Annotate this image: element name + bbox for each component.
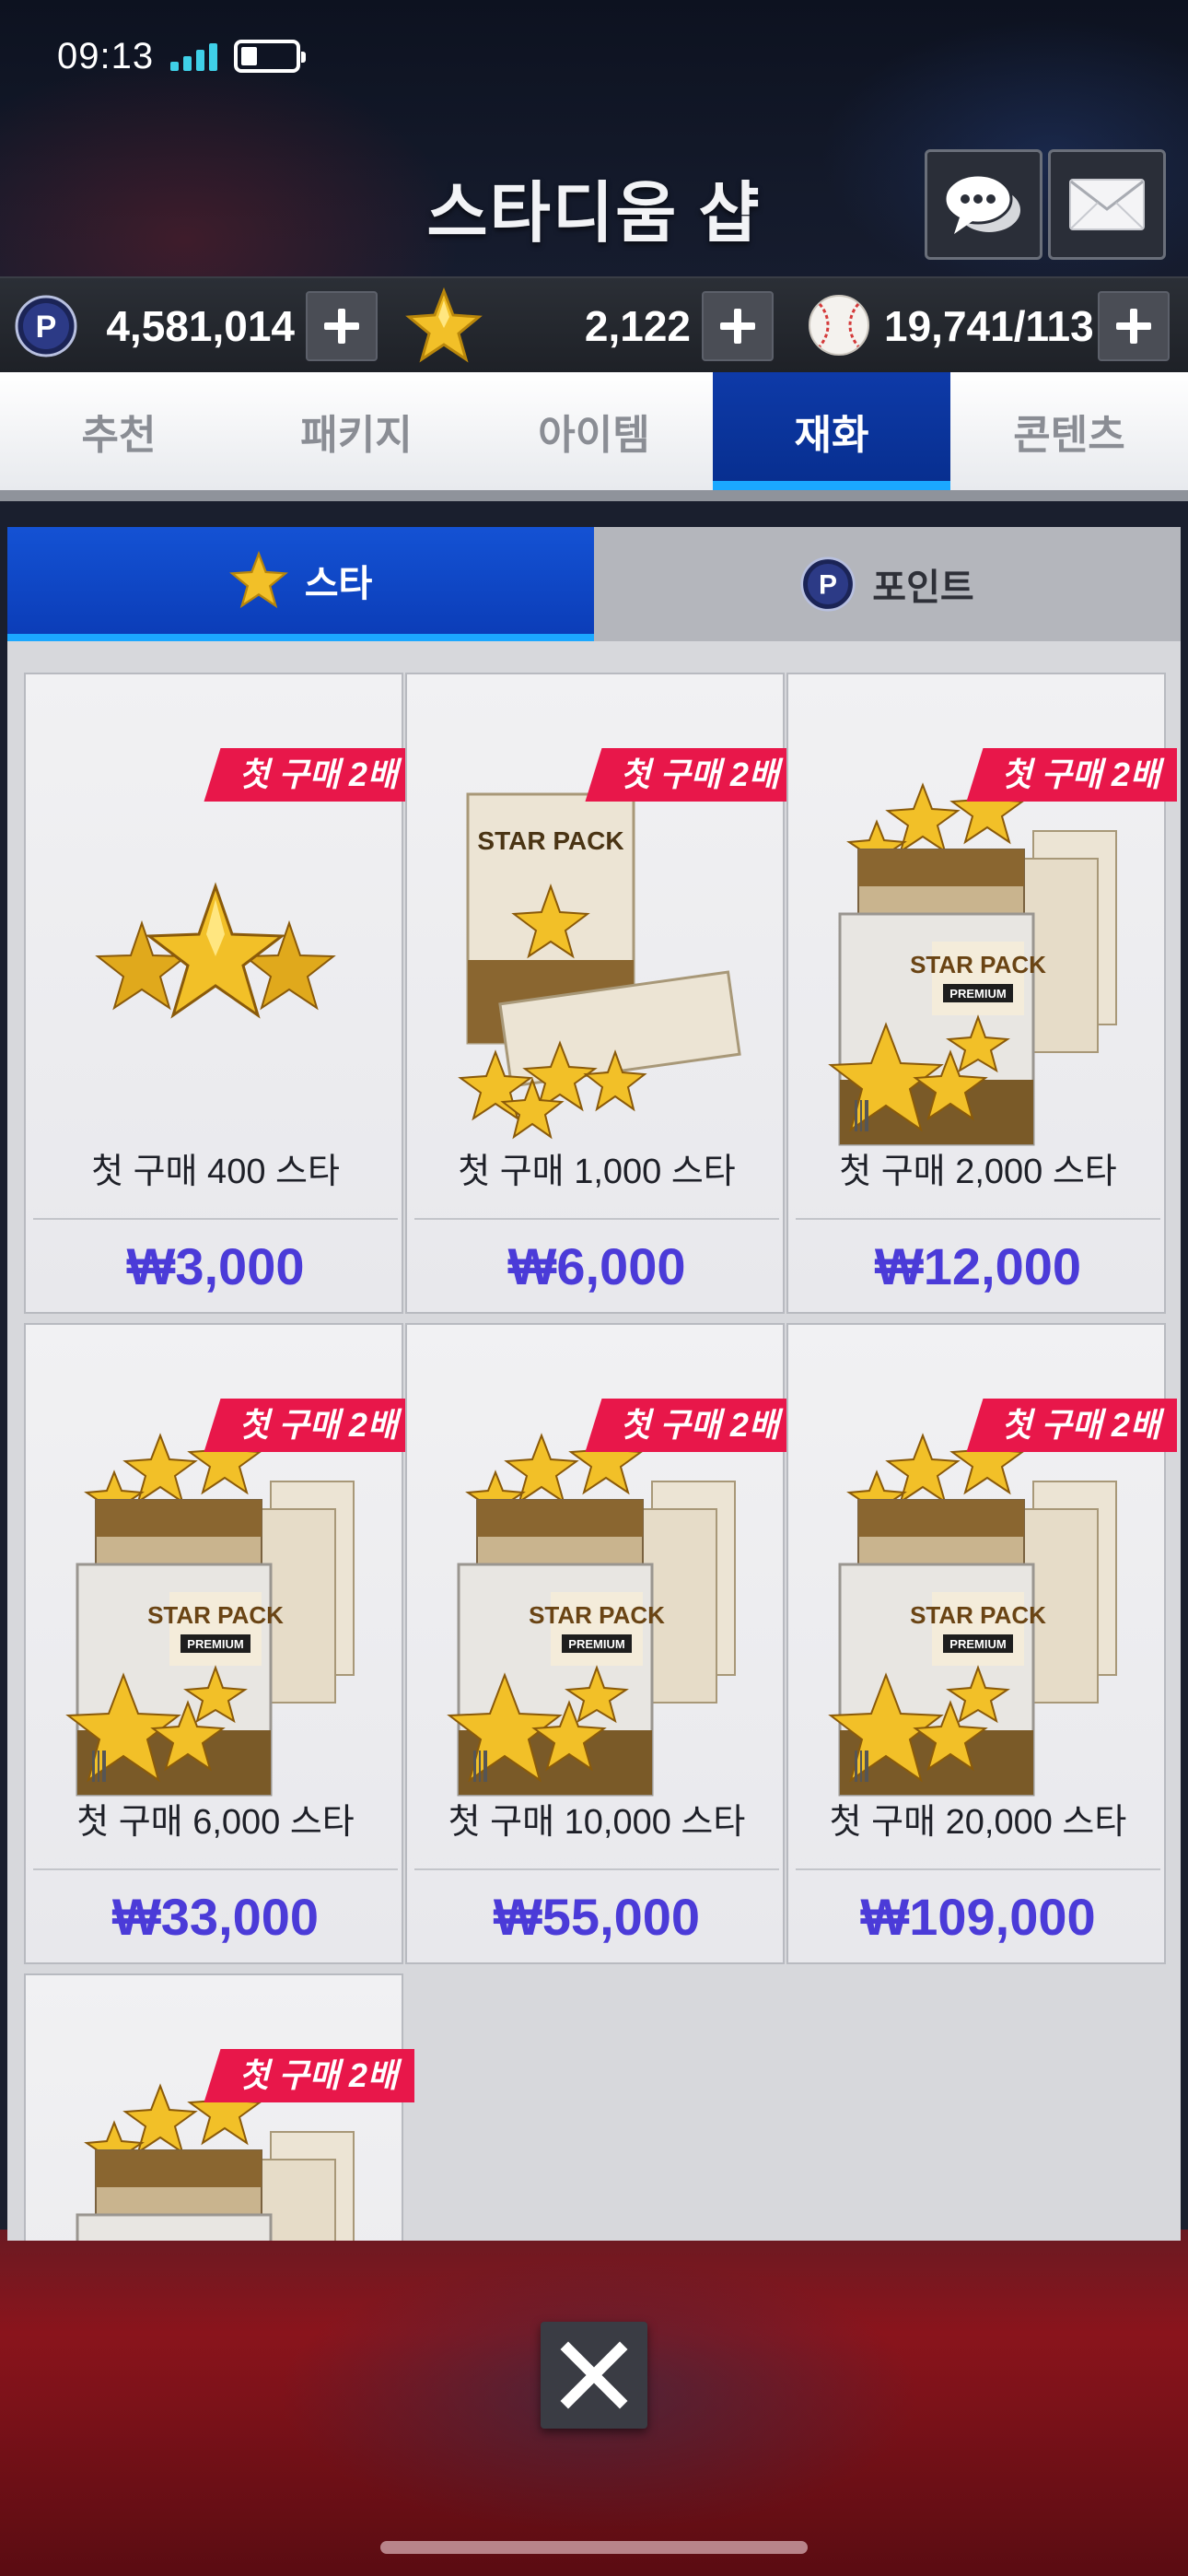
price-button[interactable]: ₩33,000: [26, 1878, 405, 1957]
balls-balance: 19,741/113: [884, 302, 1094, 350]
svg-text:STAR PACK: STAR PACK: [147, 1601, 284, 1629]
tab-currency[interactable]: 재화: [713, 372, 950, 490]
status-time: 09:13: [57, 35, 155, 76]
tab-contents[interactable]: 콘텐츠: [950, 372, 1188, 490]
card-divider: [33, 1868, 398, 1870]
star-currency-icon: [405, 287, 483, 363]
mail-icon: [1069, 179, 1145, 230]
home-indicator: [380, 2541, 808, 2554]
svg-text:PREMIUM: PREMIUM: [568, 1637, 624, 1651]
battery-icon: [234, 40, 307, 73]
card-divider: [414, 1218, 779, 1220]
product-card[interactable]: STAR PACK 첫 구매 2배 첫 구매 1,000 스타 ₩6,000: [405, 673, 796, 1314]
first-purchase-badge: 첫 구매 2배: [966, 748, 1177, 802]
product-title: 첫 구매 10,000 스타: [448, 1803, 746, 1842]
svg-text:STAR PACK: STAR PACK: [529, 1601, 665, 1629]
star-pack-premium-art: STAR PACK PREMIUM: [788, 1389, 1168, 1850]
add-stars-button[interactable]: [702, 291, 774, 361]
sub-tabs: 스타 P 포인트: [7, 527, 1181, 641]
svg-text:P: P: [819, 570, 837, 601]
add-balls-button[interactable]: [1098, 291, 1170, 361]
svg-text:P: P: [36, 310, 57, 345]
main-tabs: 추천 패키지 아이템 재화 콘텐츠: [0, 372, 1188, 490]
price-button[interactable]: ₩109,000: [788, 1878, 1168, 1957]
product-title: 첫 구매 2,000 스타: [839, 1153, 1117, 1191]
points-balance: 4,581,014: [106, 302, 295, 350]
star-pack-premium-art: STAR PACK PREMIUM: [26, 1389, 405, 1850]
chat-icon: [943, 173, 1020, 234]
star-pack-premium-art: STAR PACK PREMIUM: [407, 1389, 786, 1850]
close-icon: [560, 2341, 628, 2409]
product-title: 첫 구매 400 스타: [91, 1153, 340, 1191]
first-purchase-badge: 첫 구매 2배: [585, 1399, 796, 1452]
card-divider: [414, 1868, 779, 1870]
product-card[interactable]: STAR PACK PREMIUM 첫 구매 2배 첫 구매 20,000 스타…: [786, 1323, 1177, 1964]
tab-package[interactable]: 패키지: [238, 372, 475, 490]
svg-text:STAR PACK: STAR PACK: [910, 951, 1046, 978]
product-card[interactable]: STAR PACK PREMIUM 첫 구매 2배: [24, 1973, 414, 2241]
product-card[interactable]: 첫 구매 2배 첫 구매 400 스타 ₩3,000: [24, 673, 414, 1314]
tab-item[interactable]: 아이템: [475, 372, 713, 490]
price-button[interactable]: ₩3,000: [26, 1227, 405, 1306]
point-coin-icon: P: [800, 556, 856, 612]
card-divider: [33, 1218, 398, 1220]
first-purchase-badge: 첫 구매 2배: [204, 1399, 414, 1452]
svg-text:PREMIUM: PREMIUM: [949, 987, 1006, 1001]
mail-button[interactable]: [1048, 149, 1166, 260]
subtab-star[interactable]: 스타: [7, 527, 594, 641]
subtab-point-label: 포인트: [872, 568, 974, 608]
close-button[interactable]: [541, 2322, 647, 2429]
stars-balance: 2,122: [584, 302, 691, 350]
first-purchase-badge: 첫 구매 2배: [966, 1399, 1177, 1452]
baseball-icon: [809, 295, 869, 356]
price-button[interactable]: ₩12,000: [788, 1227, 1168, 1306]
subtab-star-label: 스타: [304, 564, 373, 604]
star-pack-art: STAR PACK: [407, 739, 786, 1200]
price-button[interactable]: ₩6,000: [407, 1227, 786, 1306]
svg-text:PREMIUM: PREMIUM: [187, 1637, 243, 1651]
point-coin-icon: P: [15, 295, 77, 357]
product-panel: 스타 P 포인트 첫 구매 2배 첫 구매 400 스타 ₩3,000 STAR…: [7, 527, 1181, 2241]
price-button[interactable]: ₩55,000: [407, 1878, 786, 1957]
product-title: 첫 구매 1,000 스타: [458, 1153, 736, 1191]
subtab-point[interactable]: P 포인트: [594, 527, 1181, 641]
tab-recommended[interactable]: 추천: [0, 372, 238, 490]
card-divider: [796, 1868, 1160, 1870]
stars-art: [26, 739, 405, 1200]
first-purchase-badge: 첫 구매 2배: [585, 748, 796, 802]
status-bar: 09:13: [57, 33, 307, 79]
product-card[interactable]: STAR PACK PREMIUM 첫 구매 2배 첫 구매 6,000 스타 …: [24, 1323, 414, 1964]
signal-icon: [170, 41, 218, 71]
product-title: 첫 구매 20,000 스타: [829, 1803, 1127, 1842]
chat-button[interactable]: [925, 149, 1042, 260]
first-purchase-badge: 첫 구매 2배: [204, 748, 414, 802]
product-title: 첫 구매 6,000 스타: [76, 1803, 355, 1842]
svg-text:STAR PACK: STAR PACK: [477, 826, 623, 855]
currency-bar: P 4,581,014 2,122 19,741/113: [0, 276, 1188, 372]
star-pack-premium-art: STAR PACK PREMIUM: [788, 739, 1168, 1200]
first-purchase-badge: 첫 구매 2배: [204, 2049, 414, 2102]
card-divider: [796, 1218, 1160, 1220]
product-card[interactable]: STAR PACK PREMIUM 첫 구매 2배 첫 구매 2,000 스타 …: [786, 673, 1177, 1314]
tabs-divider: [0, 490, 1188, 501]
add-points-button[interactable]: [306, 291, 378, 361]
product-card[interactable]: STAR PACK PREMIUM 첫 구매 2배 첫 구매 10,000 스타…: [405, 1323, 796, 1964]
svg-text:STAR PACK: STAR PACK: [910, 1601, 1046, 1629]
star-icon: [228, 551, 288, 609]
svg-text:PREMIUM: PREMIUM: [949, 1637, 1006, 1651]
